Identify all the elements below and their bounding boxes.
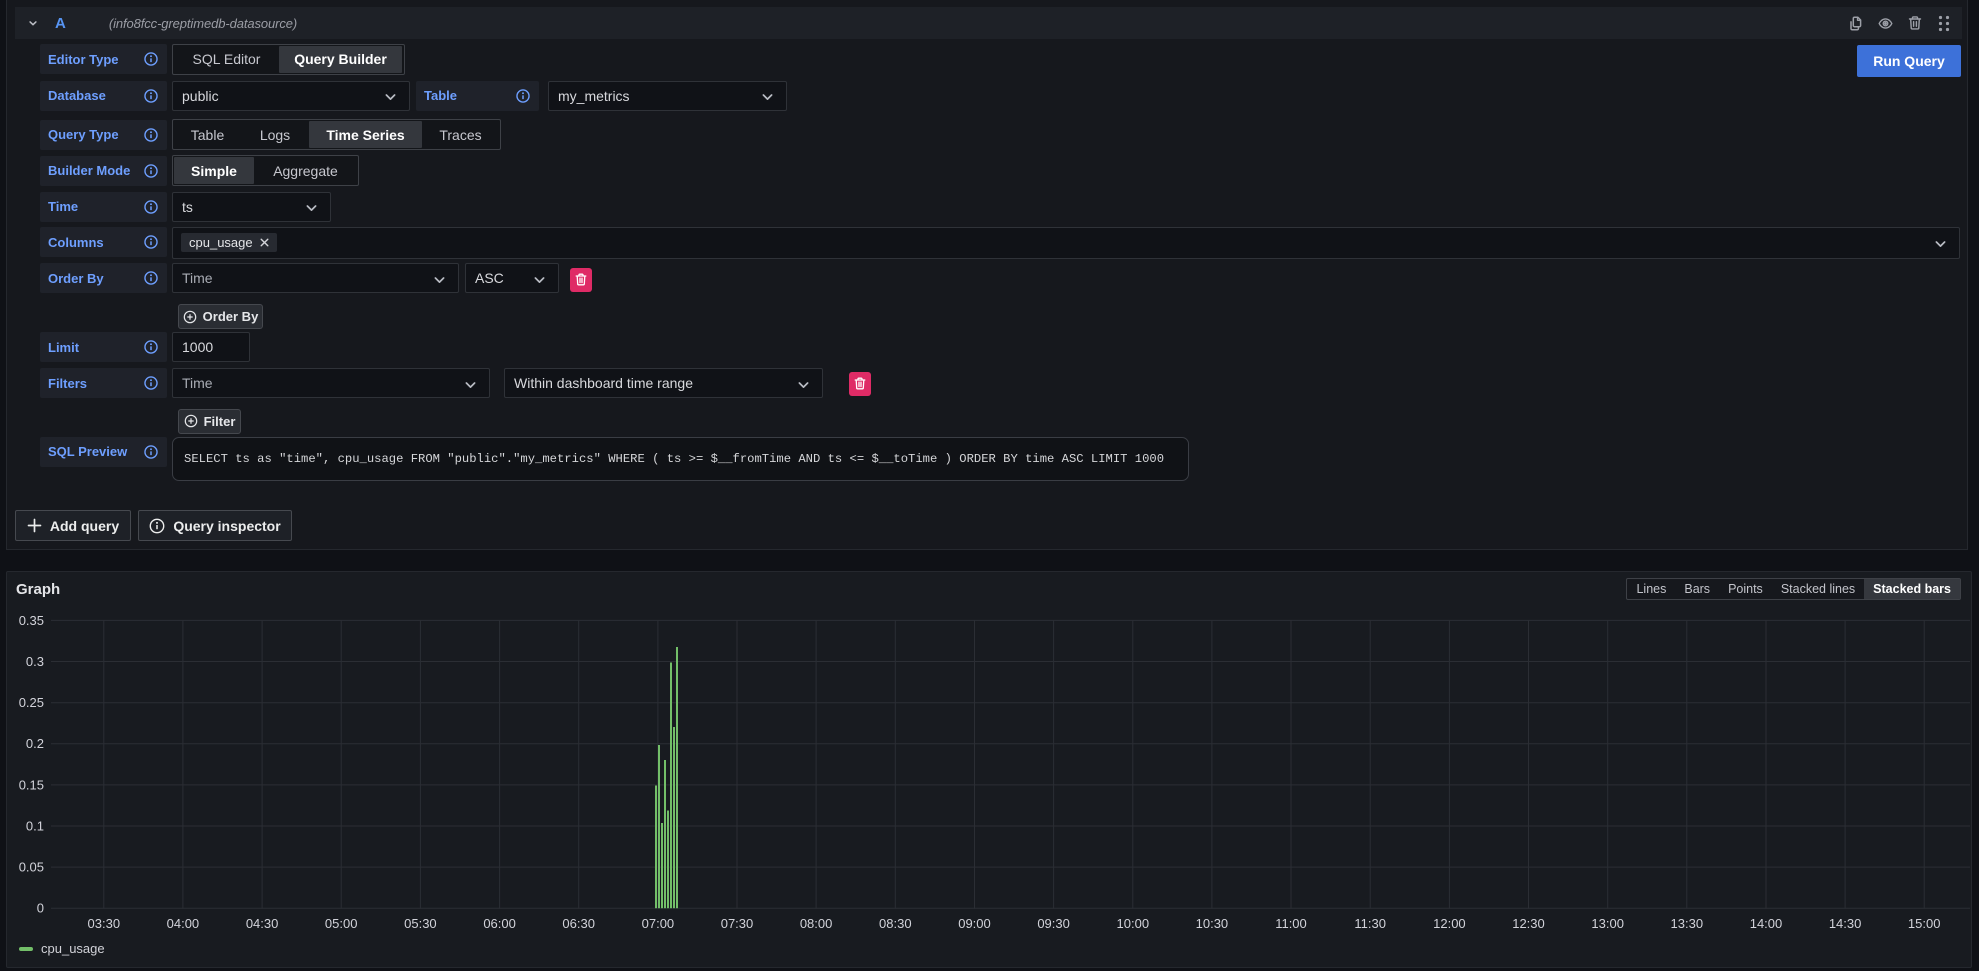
svg-text:07:30: 07:30 <box>721 916 754 931</box>
svg-text:05:00: 05:00 <box>325 916 358 931</box>
svg-text:04:00: 04:00 <box>167 916 200 931</box>
svg-text:14:00: 14:00 <box>1750 916 1783 931</box>
svg-text:08:00: 08:00 <box>800 916 833 931</box>
svg-text:11:30: 11:30 <box>1354 916 1386 931</box>
svg-text:10:00: 10:00 <box>1117 916 1150 931</box>
svg-text:14:30: 14:30 <box>1829 916 1862 931</box>
svg-text:13:30: 13:30 <box>1671 916 1704 931</box>
svg-text:15:00: 15:00 <box>1908 916 1941 931</box>
svg-text:0: 0 <box>37 901 44 916</box>
svg-text:0.05: 0.05 <box>19 860 44 875</box>
svg-text:08:30: 08:30 <box>879 916 912 931</box>
svg-text:0.15: 0.15 <box>19 777 44 792</box>
svg-text:0.3: 0.3 <box>26 654 44 669</box>
svg-text:13:00: 13:00 <box>1591 916 1624 931</box>
svg-text:11:00: 11:00 <box>1275 916 1307 931</box>
svg-text:12:30: 12:30 <box>1512 916 1545 931</box>
svg-text:06:00: 06:00 <box>483 916 516 931</box>
svg-text:07:00: 07:00 <box>642 916 675 931</box>
svg-text:06:30: 06:30 <box>562 916 595 931</box>
svg-text:09:30: 09:30 <box>1037 916 1070 931</box>
svg-text:09:00: 09:00 <box>958 916 991 931</box>
svg-text:12:00: 12:00 <box>1433 916 1466 931</box>
svg-text:0.1: 0.1 <box>26 818 44 833</box>
svg-text:0.2: 0.2 <box>26 736 44 751</box>
svg-text:10:30: 10:30 <box>1196 916 1229 931</box>
svg-text:05:30: 05:30 <box>404 916 437 931</box>
svg-text:04:30: 04:30 <box>246 916 279 931</box>
svg-text:0.35: 0.35 <box>19 613 44 628</box>
svg-text:03:30: 03:30 <box>88 916 121 931</box>
svg-text:0.25: 0.25 <box>19 695 44 710</box>
